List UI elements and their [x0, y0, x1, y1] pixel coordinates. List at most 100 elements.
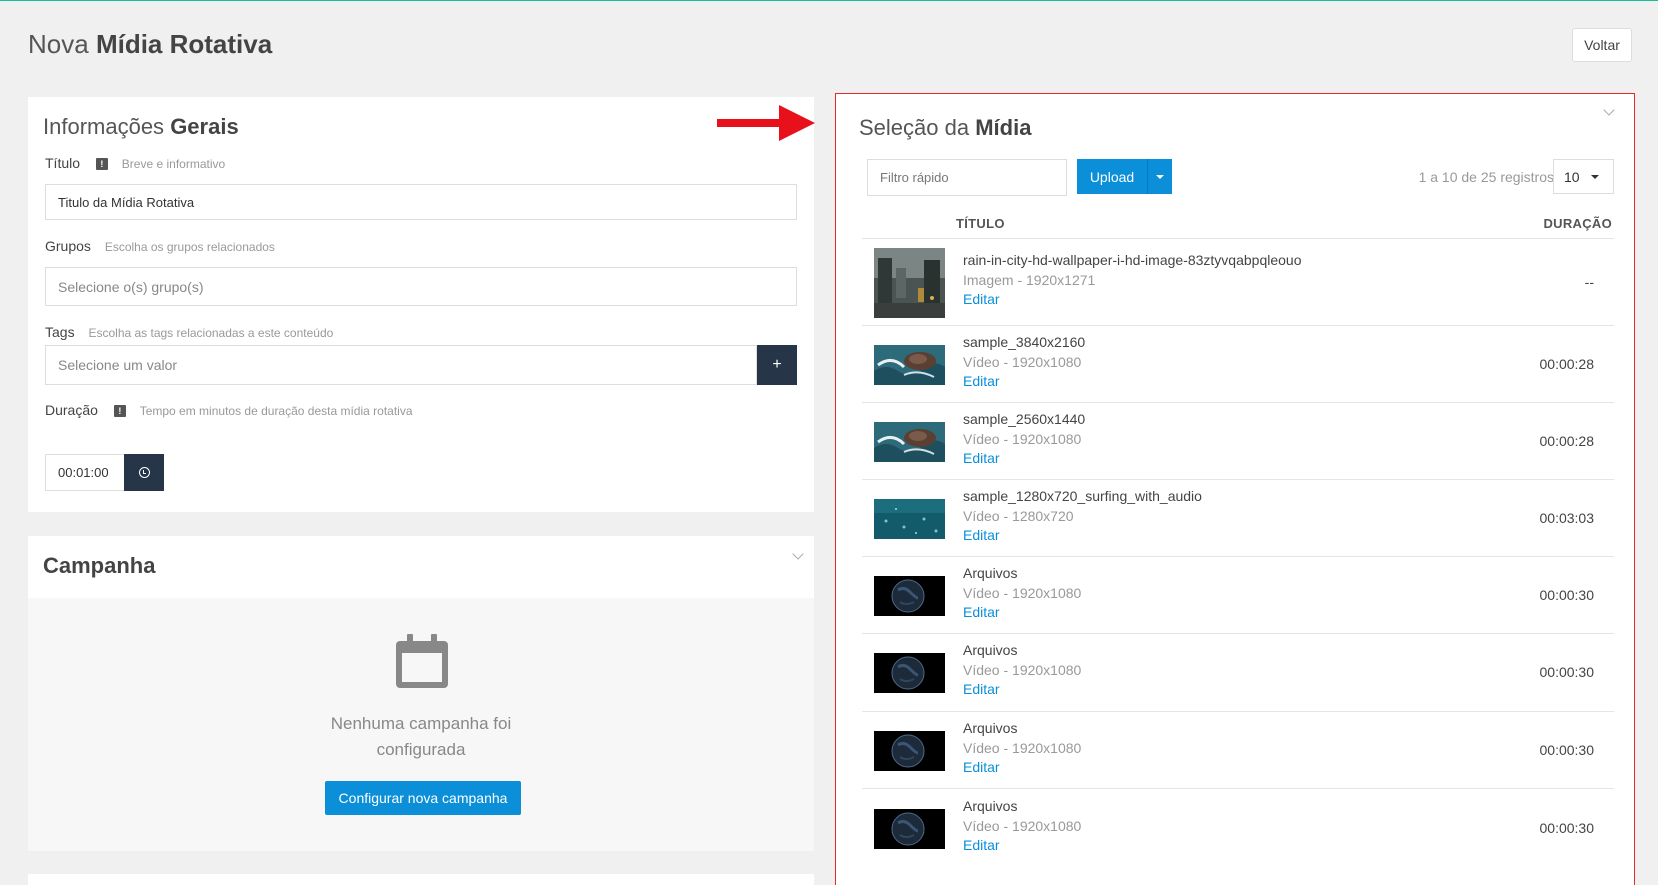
media-title: Arquivos [963, 642, 1018, 658]
edit-link[interactable]: Editar [963, 291, 1000, 307]
info-icon: ! [113, 405, 126, 418]
media-title: sample_2560x1440 [963, 411, 1086, 427]
table-row[interactable]: rain-in-city-hd-wallpaper-i-hd-image-83z… [862, 238, 1614, 325]
media-title-bold: Mídia [975, 115, 1032, 140]
media-duration: 00:00:28 [1539, 433, 1595, 449]
grupos-select[interactable]: Selecione o(s) grupo(s) [45, 267, 797, 306]
general-info-panel: Informações Gerais Título ! Breve e info… [28, 97, 814, 512]
table-row[interactable]: Arquivos Vídeo - 1920x1080 Editar 00:00:30 [862, 556, 1614, 633]
configure-campaign-button[interactable]: Configurar nova campanha [325, 781, 521, 815]
media-title: rain-in-city-hd-wallpaper-i-hd-image-83z… [963, 252, 1302, 268]
media-type-resolution: Vídeo - 1920x1080 [963, 740, 1082, 756]
media-thumbnail [874, 248, 945, 318]
media-type-resolution: Vídeo - 1920x1080 [963, 354, 1082, 370]
media-duration: 00:00:30 [1539, 820, 1595, 836]
media-thumbnail [874, 422, 945, 462]
media-duration: 00:00:30 [1539, 587, 1595, 603]
per-page-value: 10 [1564, 168, 1580, 185]
next-panel-edge [28, 874, 814, 885]
table-row[interactable]: sample_2560x1440 Vídeo - 1920x1080 Editar 0… [862, 402, 1614, 479]
general-info-title-light: Informações [43, 114, 165, 139]
edit-link[interactable]: Editar [963, 450, 1000, 466]
media-duration: 00:00:28 [1539, 356, 1595, 372]
media-title: sample_1280x720_surfing_with_audio [963, 488, 1202, 504]
media-duration: 00:00:30 [1539, 742, 1595, 758]
records-count: 1 a 10 de 25 registros [1418, 169, 1554, 185]
duracao-input[interactable]: 00:01:00 [45, 454, 125, 491]
media-duration: -- [1584, 274, 1594, 290]
media-selection-panel: Seleção da Mídia Filtro rápido Upload 1 … [835, 93, 1635, 885]
media-thumbnail [874, 809, 945, 849]
edit-link[interactable]: Editar [963, 681, 1000, 697]
general-info-title: Informações Gerais [43, 114, 239, 140]
calendar-icon [396, 634, 448, 688]
edit-link[interactable]: Editar [963, 373, 1000, 389]
edit-link[interactable]: Editar [963, 759, 1000, 775]
duracao-label-text: Duração [45, 402, 98, 418]
duracao-label: Duração ! Tempo em minutos de duração de… [45, 402, 413, 418]
media-duration: 00:03:03 [1539, 510, 1595, 526]
upload-dropdown-toggle[interactable] [1147, 159, 1172, 194]
edit-link[interactable]: Editar [963, 527, 1000, 543]
chevron-down-icon[interactable] [1603, 104, 1615, 116]
table-row[interactable]: Arquivos Vídeo - 1920x1080 Editar 00:00:30 [862, 711, 1614, 788]
duracao-hint: Tempo em minutos de duração desta mídia … [139, 404, 413, 418]
campaign-empty-line2: configurada [376, 740, 466, 759]
edit-link[interactable]: Editar [963, 604, 1000, 620]
chevron-down-icon[interactable] [792, 548, 804, 560]
per-page-select[interactable]: 10 [1553, 159, 1614, 194]
media-thumbnail [874, 345, 945, 385]
page-title-bold: Mídia Rotativa [95, 29, 273, 59]
media-title-light: Seleção da [859, 115, 970, 140]
page-title: Nova Mídia Rotativa [28, 29, 272, 60]
info-icon: ! [95, 158, 108, 171]
media-selection-title: Seleção da Mídia [859, 115, 1031, 141]
media-type-resolution: Vídeo - 1920x1080 [963, 431, 1082, 447]
titulo-label-text: Título [45, 155, 81, 171]
media-title: sample_3840x2160 [963, 334, 1086, 350]
titulo-hint: Breve e informativo [121, 157, 226, 171]
grupos-label: Grupos Escolha os grupos relacionados [45, 238, 275, 254]
titulo-input[interactable]: Titulo da Mídia Rotativa [45, 184, 797, 220]
campaign-title: Campanha [43, 553, 156, 578]
media-thumbnail [874, 576, 945, 616]
add-tag-button[interactable]: + [757, 345, 797, 385]
edit-link[interactable]: Editar [963, 837, 1000, 853]
tags-label-text: Tags [45, 324, 75, 340]
media-type-resolution: Vídeo - 1920x1080 [963, 818, 1082, 834]
caret-down-icon [1156, 174, 1164, 179]
media-type-resolution: Vídeo - 1920x1080 [963, 585, 1082, 601]
upload-label: Upload [1089, 168, 1135, 185]
table-row[interactable]: Arquivos Vídeo - 1920x1080 Editar 00:00:30 [862, 788, 1614, 868]
quick-filter-input[interactable]: Filtro rápido [867, 159, 1067, 196]
media-title: Arquivos [963, 720, 1018, 736]
campaign-empty-line1: Nenhuma campanha foi [330, 714, 512, 733]
campaign-panel: Campanha Nenhuma campanha foi configurad… [28, 536, 814, 851]
page-title-light: Nova [28, 29, 89, 59]
media-duration: 00:00:30 [1539, 664, 1595, 680]
media-thumbnail [874, 731, 945, 771]
grupos-hint: Escolha os grupos relacionados [104, 240, 275, 254]
general-info-title-bold: Gerais [170, 114, 239, 139]
media-type-resolution: Imagem - 1920x1271 [963, 272, 1096, 288]
media-type-resolution: Vídeo - 1280x720 [963, 508, 1074, 524]
tags-select[interactable]: Selecione um valor [45, 345, 757, 385]
grupos-label-text: Grupos [45, 238, 91, 254]
media-title: Arquivos [963, 565, 1018, 581]
media-title: Arquivos [963, 798, 1018, 814]
table-row[interactable]: sample_3840x2160 Vídeo - 1920x1080 Editar 0… [862, 325, 1614, 402]
column-header-title[interactable]: TÍTULO [956, 216, 1005, 231]
clock-button[interactable] [124, 454, 164, 491]
tags-label: Tags Escolha as tags relacionadas a este… [45, 324, 333, 340]
back-button[interactable]: Voltar [1572, 28, 1632, 62]
column-header-duration[interactable]: DURAÇÃO [1543, 216, 1612, 231]
caret-down-icon [1591, 174, 1599, 179]
upload-button[interactable]: Upload [1077, 159, 1172, 194]
campaign-empty-text: Nenhuma campanha foi configurada [28, 711, 814, 763]
table-row[interactable]: Arquivos Vídeo - 1920x1080 Editar 00:00:30 [862, 633, 1614, 711]
table-row[interactable]: sample_1280x720_surfing_with_audio Vídeo … [862, 479, 1614, 556]
tags-hint: Escolha as tags relacionadas a este cont… [88, 326, 334, 340]
media-type-resolution: Vídeo - 1920x1080 [963, 662, 1082, 678]
titulo-label: Título ! Breve e informativo [45, 155, 225, 171]
campaign-empty-state: Nenhuma campanha foi configurada Configu… [28, 598, 814, 851]
